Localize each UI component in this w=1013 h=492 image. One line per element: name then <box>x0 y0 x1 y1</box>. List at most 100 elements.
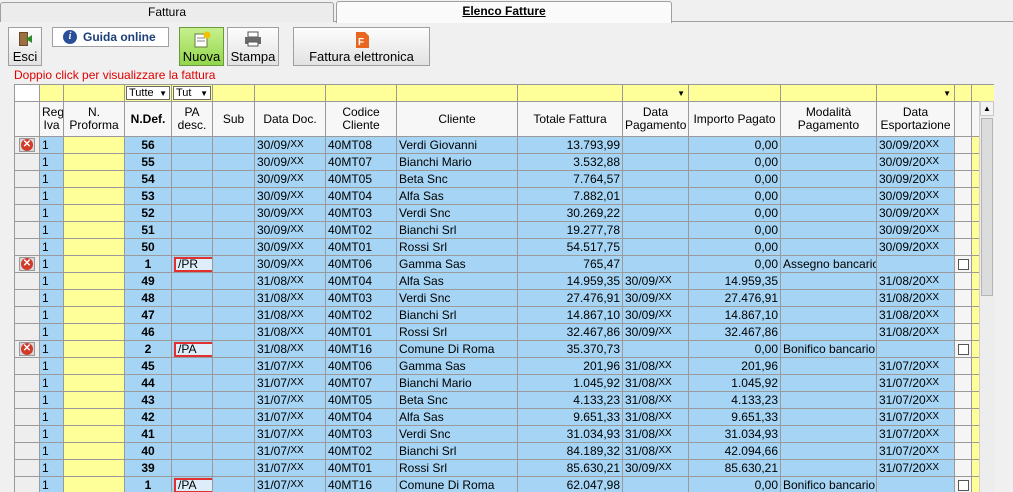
nuova-button[interactable]: Nuova <box>179 27 224 66</box>
importo-pagato-value: 0,00 <box>754 188 778 203</box>
column-header-totale-fattura[interactable]: Totale Fattura <box>517 101 623 137</box>
column-header-data-esportazione[interactable]: Data Esportazione <box>876 101 955 137</box>
n-def-cell: 1 <box>124 255 172 273</box>
table-row[interactable]: 1 54 30/09/XX 40MT05 Beta Snc 7.764,57 0,00 30/… <box>14 170 994 188</box>
table-row[interactable]: 1 39 31/07/XX 40MT01 Rossi Srl 85.630,21 30/09… <box>14 459 994 477</box>
sub-cell <box>212 204 255 222</box>
table-row[interactable]: ✕ 1 56 30/09/XX 40MT08 Verdi Giovanni 13.793,9… <box>14 136 994 154</box>
pa-filter-dropdown[interactable]: Tut ▼ <box>173 86 211 100</box>
data-pagamento-filter-dropdown[interactable]: ▼ <box>624 86 687 100</box>
fattura-elettronica-button[interactable]: F Fattura elettronica <box>293 27 430 66</box>
table-row[interactable]: 1 44 31/07/XX 40MT07 Bianchi Mario 1.045,92 31… <box>14 374 994 392</box>
table-row[interactable]: 1 55 30/09/XX 40MT07 Bianchi Mario 3.532,88 0,… <box>14 153 994 171</box>
export-checkbox[interactable] <box>957 258 969 270</box>
table-row[interactable]: 1 49 31/08/XX 40MT04 Alfa Sas 14.959,35 30/09/… <box>14 272 994 290</box>
totale-fattura-value: 85.630,21 <box>566 460 620 475</box>
column-header-n-proforma[interactable]: N. Proforma <box>63 101 125 137</box>
data-doc-cell: 30/09/XX <box>254 221 326 239</box>
column-header-reg-iva[interactable]: Reg Iva <box>39 101 64 137</box>
data-esportazione-year: XX <box>925 326 940 337</box>
scrollbar-thumb[interactable] <box>981 118 993 296</box>
importo-pagato-value: 0,00 <box>754 256 778 271</box>
sub-cell <box>212 476 255 492</box>
n-def-value: 51 <box>141 222 155 237</box>
table-row[interactable]: 1 45 31/07/XX 40MT06 Gamma Sas 201,96 31/08/XX… <box>14 357 994 375</box>
scroll-up-arrow-icon[interactable]: ▲ <box>980 101 994 116</box>
data-doc-year: XX <box>290 224 304 235</box>
table-row[interactable]: 1 1/PA 31/07/XX 40MT16 Comune Di Roma 62.047,… <box>14 476 994 492</box>
table-row[interactable]: 1 50 30/09/XX 40MT01 Rossi Srl 54.517,75 0,00 3… <box>14 238 994 256</box>
export-checkbox[interactable] <box>957 479 969 491</box>
cliente-cell: Rossi Srl <box>396 323 518 341</box>
totale-fattura-cell: 19.277,78 <box>517 221 623 239</box>
data-pagamento-value: 30/09/ <box>625 308 659 322</box>
reg-iva-cell: 1 <box>39 374 64 392</box>
column-header-n-def[interactable]: N.Def. <box>124 101 172 137</box>
column-header-importo-pagato[interactable]: Importo Pagato <box>688 101 781 137</box>
table-row[interactable]: 1 46 31/08/XX 40MT01 Rossi Srl 32.467,86 30/09… <box>14 323 994 341</box>
invoice-grid[interactable]: Tutte ▼ Tut ▼ ▼ ▼ Reg Iva N. Proforma N.De… <box>14 84 994 492</box>
vertical-scrollbar[interactable]: ▲ <box>979 101 994 492</box>
column-header-pa-desc[interactable]: PA desc. <box>171 101 213 137</box>
column-header-modalita-pagamento[interactable]: Modalità Pagamento <box>780 101 877 137</box>
export-checkbox[interactable] <box>957 343 969 355</box>
importo-pagato-value: 14.959,35 <box>724 273 778 288</box>
table-row[interactable]: 1 41 31/07/XX 40MT03 Verdi Snc 31.034,93 31/08… <box>14 425 994 443</box>
data-doc-cell: 31/07/XX <box>254 357 326 375</box>
table-row[interactable]: 1 43 31/07/XX 40MT05 Beta Snc 4.133,23 31/08/X… <box>14 391 994 409</box>
totale-fattura-cell: 7.882,01 <box>517 187 623 205</box>
guida-online-button[interactable]: i Guida online <box>52 27 169 47</box>
n-proforma-cell <box>63 187 125 205</box>
tab-fattura[interactable]: Fattura <box>0 2 334 22</box>
totale-fattura-value: 31.034,93 <box>566 426 620 441</box>
data-esportazione-cell: 30/09/20XX <box>876 136 955 154</box>
ndef-filter-dropdown[interactable]: Tutte ▼ <box>126 86 170 100</box>
pa-desc-cell <box>171 221 213 239</box>
table-row[interactable]: 1 42 31/07/XX 40MT04 Alfa Sas 9.651,33 31/08/X… <box>14 408 994 426</box>
data-esportazione-year: XX <box>925 241 940 252</box>
importo-pagato-value: 201,96 <box>741 358 778 373</box>
data-pagamento-cell: 31/08/XX <box>622 391 689 409</box>
table-row[interactable]: 1 51 30/09/XX 40MT02 Bianchi Srl 19.277,78 0,0… <box>14 221 994 239</box>
column-header-sub[interactable]: Sub <box>212 101 255 137</box>
export-checkbox-cell <box>954 425 972 443</box>
stampa-button[interactable]: Stampa <box>227 27 279 66</box>
totale-fattura-value: 7.882,01 <box>573 188 620 203</box>
delete-button[interactable]: ✕ <box>19 138 35 152</box>
data-esportazione-filter-dropdown[interactable]: ▼ <box>878 86 953 100</box>
data-doc-value: 31/07/ <box>257 427 291 441</box>
table-row[interactable]: 1 40 31/07/XX 40MT02 Bianchi Srl 84.189,32 31/… <box>14 442 994 460</box>
sub-cell <box>212 170 255 188</box>
table-row[interactable]: 1 47 31/08/XX 40MT02 Bianchi Srl 14.867,10 30/… <box>14 306 994 324</box>
column-header-cliente[interactable]: Cliente <box>396 101 518 137</box>
table-row[interactable]: 1 48 31/08/XX 40MT03 Verdi Snc 27.476,91 30/09… <box>14 289 994 307</box>
table-row[interactable]: 1 52 30/09/XX 40MT03 Verdi Snc 30.269,22 0,00 3… <box>14 204 994 222</box>
data-doc-cell: 31/07/XX <box>254 408 326 426</box>
delete-button[interactable]: ✕ <box>19 342 35 356</box>
table-row[interactable]: 1 53 30/09/XX 40MT04 Alfa Sas 7.882,01 0,00 30/… <box>14 187 994 205</box>
data-esportazione-year: XX <box>925 428 940 439</box>
esci-label: Esci <box>12 49 38 64</box>
table-row[interactable]: ✕ 1 2/PA 31/08/XX 40MT16 Comune Di Roma 35.370… <box>14 340 994 358</box>
column-header-data-pagamento[interactable]: Data Pagamento <box>622 101 689 137</box>
data-doc-cell: 31/07/XX <box>254 476 326 492</box>
column-header-data-doc[interactable]: Data Doc. <box>254 101 326 137</box>
data-esportazione-cell: 31/07/20XX <box>876 459 955 477</box>
pa-desc-cell <box>171 153 213 171</box>
row-delete-cell: ✕ <box>14 340 40 358</box>
data-pagamento-cell <box>622 187 689 205</box>
data-pagamento-cell: 30/09/XX <box>622 323 689 341</box>
n-def-cell: 40 <box>124 442 172 460</box>
column-header-codice-cliente[interactable]: Codice Cliente <box>325 101 397 137</box>
tab-elenco-fatture[interactable]: Elenco Fatture <box>336 1 672 23</box>
delete-button[interactable]: ✕ <box>19 257 35 271</box>
data-doc-year: XX <box>290 258 304 269</box>
table-row[interactable]: ✕ 1 1/PR 30/09/XX 40MT06 Gamma Sas 765,47 0,00 A… <box>14 255 994 273</box>
data-esportazione-year: XX <box>925 411 940 422</box>
totale-fattura-cell: 54.517,75 <box>517 238 623 256</box>
reg-iva-cell: 1 <box>39 204 64 222</box>
sub-cell <box>212 289 255 307</box>
totale-fattura-cell: 31.034,93 <box>517 425 623 443</box>
esci-button[interactable]: Esci <box>8 27 42 66</box>
sub-cell <box>212 136 255 154</box>
